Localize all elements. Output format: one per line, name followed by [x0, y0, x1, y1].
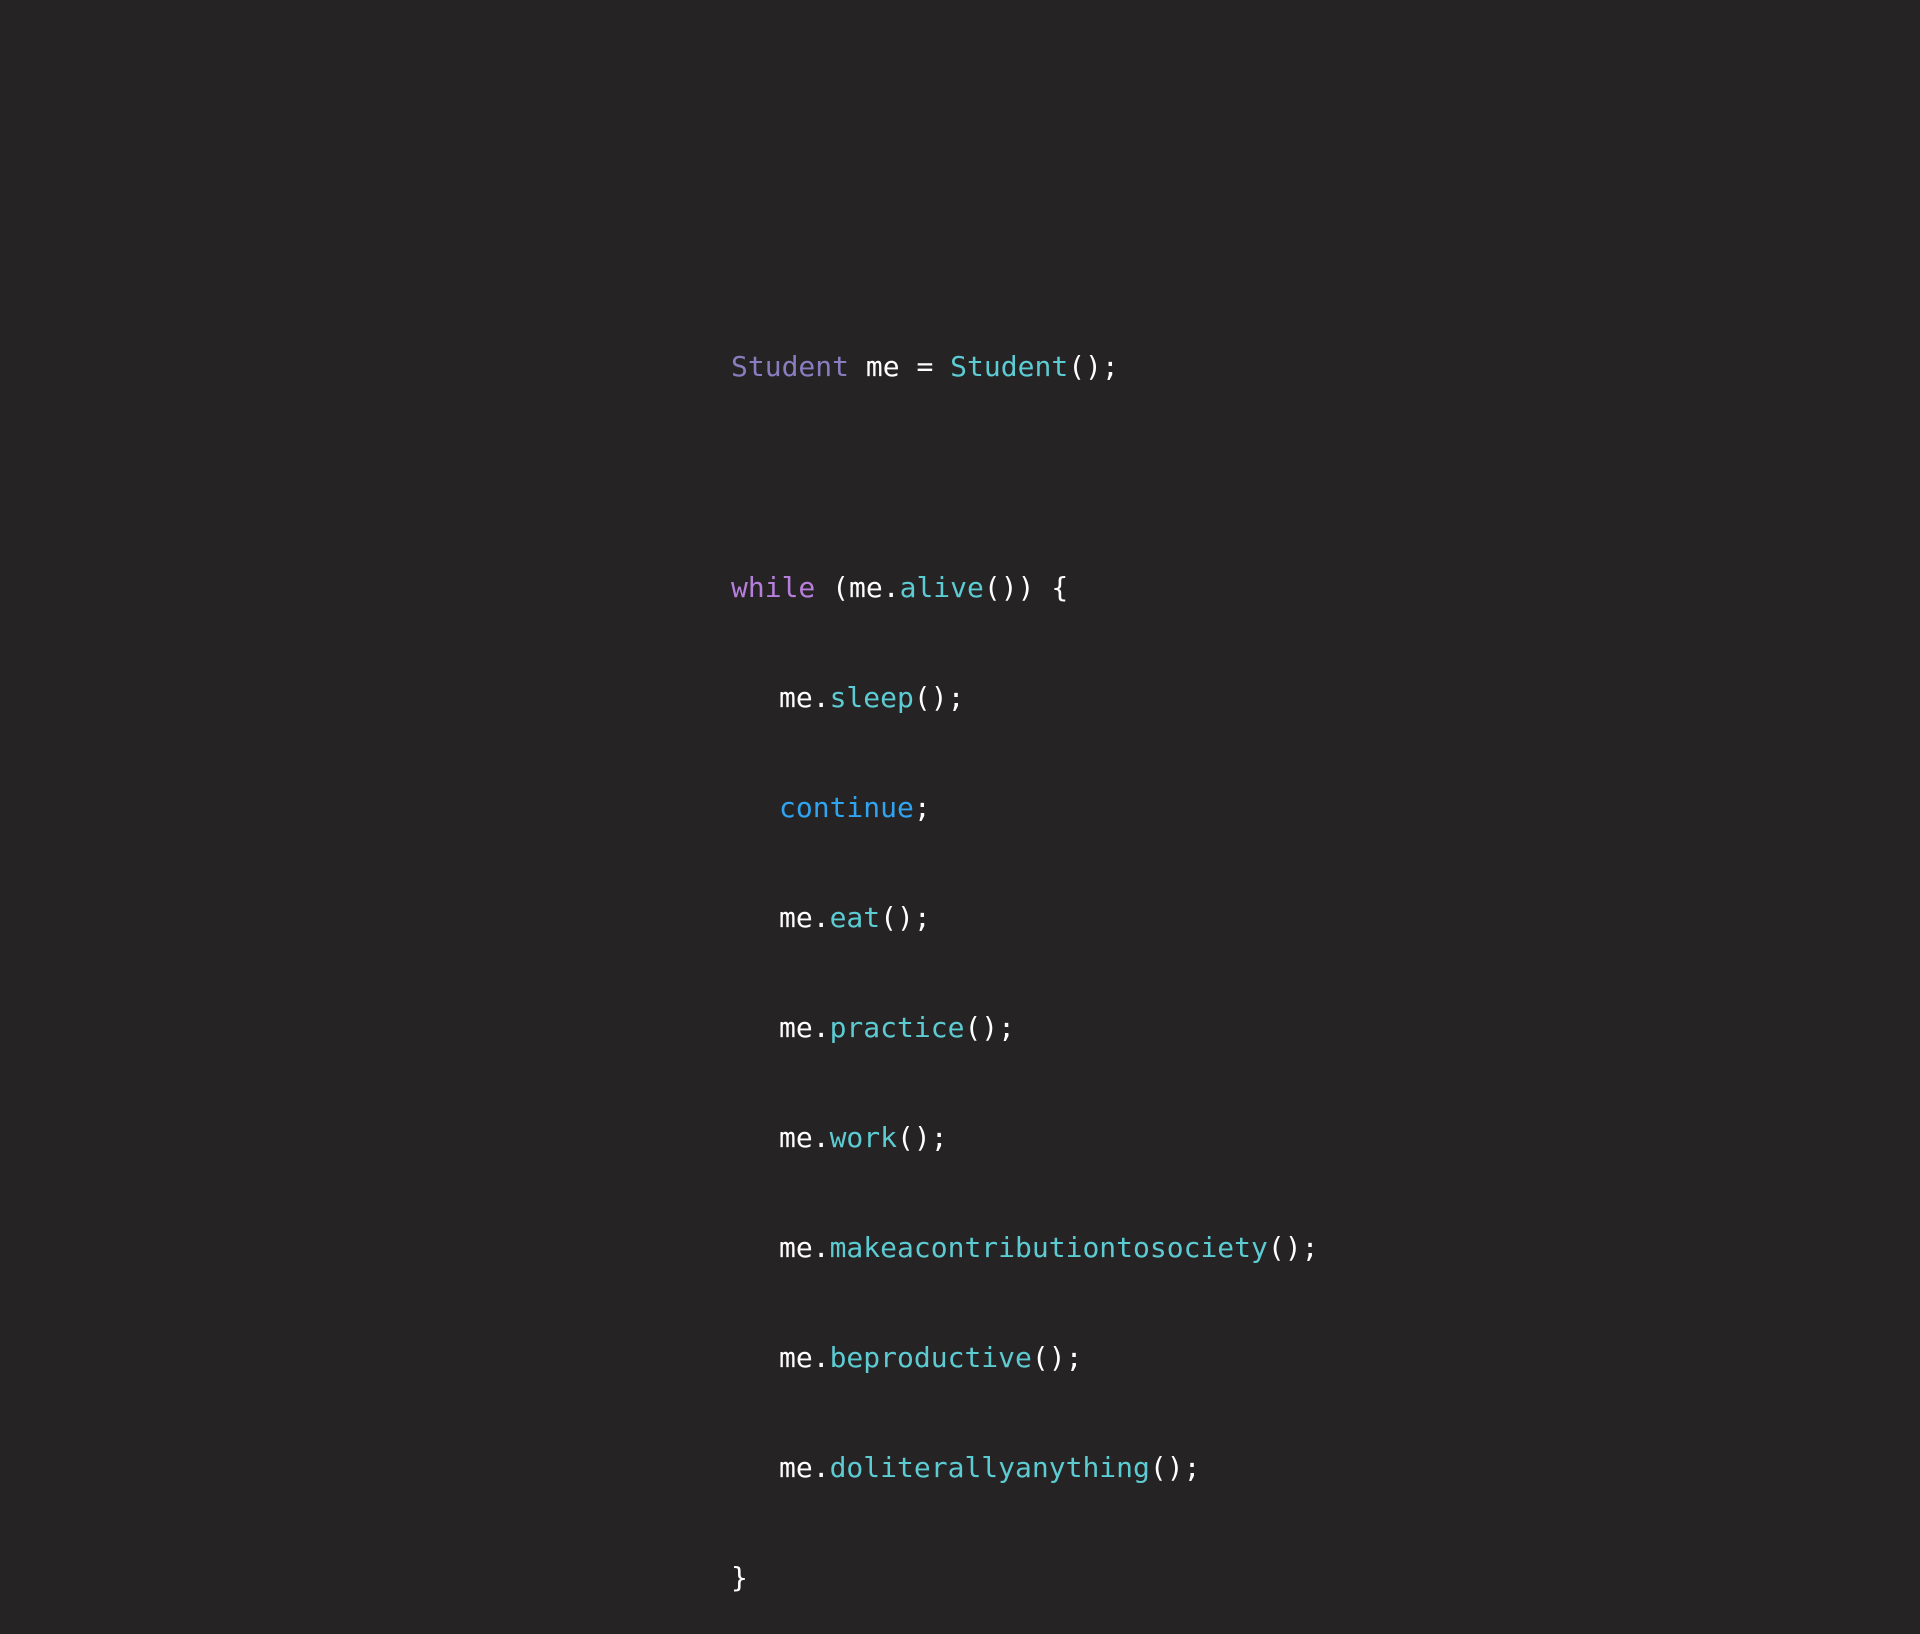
- code-line-closing: }: [731, 1560, 1318, 1597]
- method-token: eat: [829, 900, 881, 934]
- punct-token: ();: [880, 900, 931, 934]
- method-token: sleep: [829, 680, 914, 714]
- method-token: doliterallyanything: [829, 1451, 1150, 1485]
- punct-token: (me.: [832, 570, 900, 604]
- code-line: me.practice();: [731, 1010, 1318, 1047]
- type-token: Student: [731, 350, 850, 384]
- code-line: me.doliterallyanything();: [731, 1450, 1318, 1487]
- object-token: me.: [779, 1231, 830, 1265]
- punct-token: ();: [897, 1121, 948, 1155]
- code-line: me.makeacontributiontosociety();: [731, 1230, 1318, 1267]
- code-block: Student me = Student(); while (me.alive(…: [731, 276, 1318, 1634]
- object-token: me.: [779, 1451, 830, 1485]
- object-token: me.: [779, 680, 830, 714]
- code-line: continue;: [731, 790, 1318, 827]
- constructor-token: Student: [950, 350, 1069, 384]
- code-line: me.beproductive();: [731, 1340, 1318, 1377]
- closing-brace: }: [731, 1561, 748, 1595]
- punct-token: ();: [1031, 1341, 1083, 1375]
- code-line: me.eat();: [731, 900, 1318, 937]
- method-token: work: [829, 1121, 898, 1155]
- punct-token: ();: [913, 680, 965, 714]
- keyword-token: continue: [779, 790, 914, 824]
- punct-token: ();: [1149, 1451, 1201, 1485]
- code-line-while: while (me.alive()) {: [731, 570, 1318, 607]
- object-token: me.: [779, 1010, 830, 1044]
- method-token: alive: [899, 570, 984, 604]
- code-line: me.sleep();: [731, 680, 1318, 717]
- punct-token: ();: [964, 1010, 1016, 1044]
- operator-token: =: [916, 350, 934, 384]
- variable-token: me: [865, 350, 900, 384]
- code-line-declaration: Student me = Student();: [731, 349, 1318, 386]
- punct-token: ();: [1068, 350, 1119, 384]
- punct-token: ();: [1267, 1231, 1319, 1265]
- object-token: me.: [779, 1121, 830, 1155]
- punct-token: ()) {: [983, 570, 1069, 604]
- keyword-token: while: [731, 570, 816, 604]
- punct-token: ;: [913, 790, 931, 824]
- method-token: practice: [829, 1010, 965, 1044]
- method-token: beproductive: [829, 1341, 1032, 1375]
- method-token: makeacontributiontosociety: [829, 1231, 1268, 1265]
- code-line: me.work();: [731, 1120, 1318, 1157]
- object-token: me.: [779, 900, 830, 934]
- object-token: me.: [779, 1341, 830, 1375]
